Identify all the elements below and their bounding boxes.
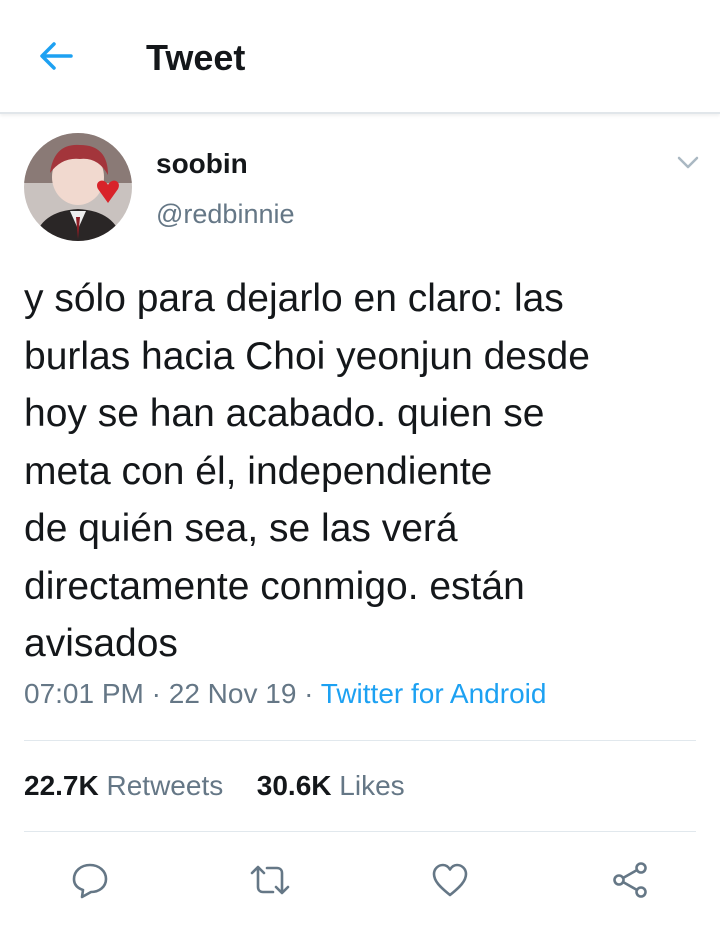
tweet-line: de quién sea, se las verá: [24, 507, 458, 550]
share-icon: [610, 860, 650, 900]
tweet-meta: 07:01 PM · 22 Nov 19 · Twitter for Andro…: [24, 674, 546, 714]
like-button[interactable]: [426, 856, 474, 904]
divider: [24, 831, 696, 832]
meta-separator: ·: [304, 678, 314, 709]
retweet-button[interactable]: [246, 856, 294, 904]
share-button[interactable]: [606, 856, 654, 904]
user-handle[interactable]: @redbinnie: [156, 196, 295, 232]
likes-stat[interactable]: 30.6K Likes: [257, 770, 405, 801]
retweets-count: 22.7K: [24, 770, 99, 801]
tweet-line: avisados: [24, 622, 178, 665]
reply-icon: [70, 860, 110, 900]
retweets-label: Retweets: [106, 770, 224, 801]
tweet-screen: Tweet soobin @redbinnie y sólo para deja…: [0, 0, 720, 932]
tweet-line: y sólo para dejarlo en claro: las: [24, 277, 564, 320]
tweet-source-link[interactable]: Twitter for Android: [321, 678, 547, 709]
retweet-icon: [248, 860, 292, 900]
tweet-date: 22 Nov 19: [168, 678, 297, 709]
retweets-stat[interactable]: 22.7K Retweets: [24, 770, 223, 801]
likes-count: 30.6K: [256, 770, 332, 801]
tweet-line: hoy se han acabado. quien se: [24, 392, 545, 435]
tweet-line: meta con él, independiente: [24, 449, 493, 493]
likes-label: Likes: [339, 770, 405, 801]
chevron-down-icon: [677, 156, 699, 170]
tweet-stats: 22.7K Retweets 30.6K Likes: [24, 766, 405, 806]
tweet-time: 07:01 PM: [24, 678, 144, 709]
meta-separator: ·: [151, 678, 161, 709]
back-button[interactable]: [30, 32, 82, 80]
tweet-text: y sólo para dejarlo en claro: las burlas…: [24, 270, 684, 673]
page-title: Tweet: [146, 37, 246, 78]
arrow-left-icon: [38, 40, 74, 72]
avatar[interactable]: [24, 133, 132, 241]
tweet-line: directamente conmigo. están: [24, 564, 525, 608]
tweet-line: burlas hacia Choi yeonjun desde: [24, 334, 590, 378]
tweet-menu-button[interactable]: [670, 148, 706, 178]
top-app-bar: Tweet: [0, 0, 720, 114]
display-name[interactable]: soobin: [156, 146, 248, 182]
reply-button[interactable]: [66, 856, 114, 904]
divider: [24, 740, 696, 741]
like-icon: [430, 860, 470, 900]
